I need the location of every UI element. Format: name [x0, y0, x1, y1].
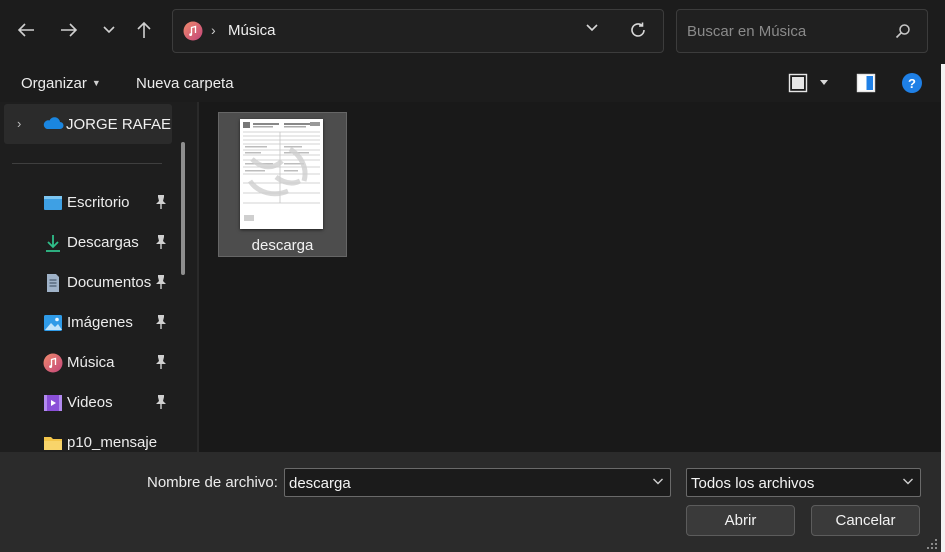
filename-value[interactable]: descarga	[289, 475, 351, 492]
sidebar-item-documentos[interactable]: Documentos	[0, 263, 180, 303]
chevron-down-icon[interactable]	[902, 477, 914, 486]
sidebar-item-videos[interactable]: Videos	[0, 383, 180, 423]
chevron-down-icon[interactable]	[652, 477, 664, 486]
music-icon	[183, 21, 203, 41]
filetype-value: Todos los archivos	[691, 475, 815, 492]
address-bar[interactable]: › Música	[172, 9, 664, 53]
pin-icon	[156, 355, 166, 369]
search-input[interactable]: Buscar en Música	[676, 9, 928, 53]
filetype-select[interactable]: Todos los archivos	[686, 468, 921, 497]
sidebar-item-label: JORGE RAFAEL, P	[66, 116, 172, 133]
pin-icon	[156, 315, 166, 329]
cancel-button[interactable]: Cancelar	[811, 505, 920, 536]
pictures-icon	[44, 315, 62, 331]
caret-down-icon: ▼	[91, 78, 101, 88]
search-icon	[895, 24, 910, 39]
arrow-up-icon	[137, 21, 151, 38]
preview-pane-icon[interactable]	[856, 73, 876, 93]
sidebar-item-label: Documentos	[67, 274, 152, 291]
search-placeholder: Buscar en Música	[687, 23, 807, 40]
document-preview-icon	[243, 122, 320, 221]
refresh-icon[interactable]	[629, 21, 647, 39]
navigation-pane: › JORGE RAFAEL, P Escritorio Descargas D…	[0, 102, 197, 452]
music-icon	[43, 353, 63, 373]
resize-grip-icon[interactable]	[926, 538, 938, 550]
sidebar-item-label: Imágenes	[67, 314, 133, 331]
sidebar-item-label: p10_mensaje	[67, 434, 158, 451]
sidebar-item-escritorio[interactable]: Escritorio	[0, 183, 180, 223]
chevron-down-icon	[103, 26, 115, 34]
sidebar-item-label: Descargas	[67, 234, 139, 251]
folder-icon	[44, 437, 62, 450]
background-window-edge	[941, 64, 945, 552]
back-button[interactable]	[12, 16, 40, 44]
file-item[interactable]: descarga	[218, 112, 347, 257]
sidebar-item-label: Videos	[67, 394, 113, 411]
pin-icon	[156, 275, 166, 289]
view-options-dropdown-icon[interactable]	[820, 80, 828, 85]
filename-label: Nombre de archivo:	[147, 474, 278, 491]
pin-icon	[156, 195, 166, 209]
sidebar-scrollbar[interactable]	[181, 142, 185, 275]
sidebar-item-label: Escritorio	[67, 194, 130, 211]
pin-icon	[156, 235, 166, 249]
view-options-icon[interactable]	[788, 73, 808, 93]
documents-icon	[47, 274, 59, 292]
document-thumbnail	[240, 119, 323, 229]
file-name: descarga	[251, 237, 314, 254]
arrow-right-icon	[61, 23, 78, 37]
help-icon[interactable]: ?	[902, 73, 922, 93]
up-button[interactable]	[130, 16, 158, 44]
chevron-right-icon[interactable]: ›	[17, 116, 21, 131]
address-dropdown-icon[interactable]	[585, 23, 599, 33]
cloud-icon	[43, 117, 64, 129]
file-list-area: descarga	[199, 102, 941, 452]
sidebar-divider	[12, 163, 162, 164]
forward-button[interactable]	[55, 16, 83, 44]
sidebar-item-musica[interactable]: Música	[0, 343, 180, 383]
organize-label: Organizar	[21, 75, 87, 92]
videos-icon	[44, 395, 62, 411]
arrow-left-icon	[17, 23, 34, 37]
open-button[interactable]: Abrir	[686, 505, 795, 536]
pin-icon	[156, 395, 166, 409]
dialog-footer: Nombre de archivo: descarga Todos los ar…	[0, 452, 941, 552]
desktop-icon	[44, 196, 62, 210]
breadcrumb-separator: ›	[211, 22, 216, 38]
command-bar: Organizar ▼ Nueva carpeta ?	[0, 64, 945, 102]
new-folder-button[interactable]: Nueva carpeta	[136, 75, 234, 92]
filename-field[interactable]: descarga	[284, 468, 671, 497]
sidebar-item-onedrive[interactable]: › JORGE RAFAEL, P	[4, 104, 172, 144]
recent-locations-button[interactable]	[95, 16, 123, 44]
organize-menu-button[interactable]: Organizar ▼	[21, 75, 101, 92]
downloads-icon	[46, 235, 60, 252]
sidebar-item-label: Música	[67, 354, 115, 371]
navigation-bar: › Música Buscar en Música	[0, 0, 945, 64]
sidebar-item-descargas[interactable]: Descargas	[0, 223, 180, 263]
sidebar-item-imagenes[interactable]: Imágenes	[0, 303, 180, 343]
breadcrumb-current-folder[interactable]: Música	[228, 22, 276, 39]
